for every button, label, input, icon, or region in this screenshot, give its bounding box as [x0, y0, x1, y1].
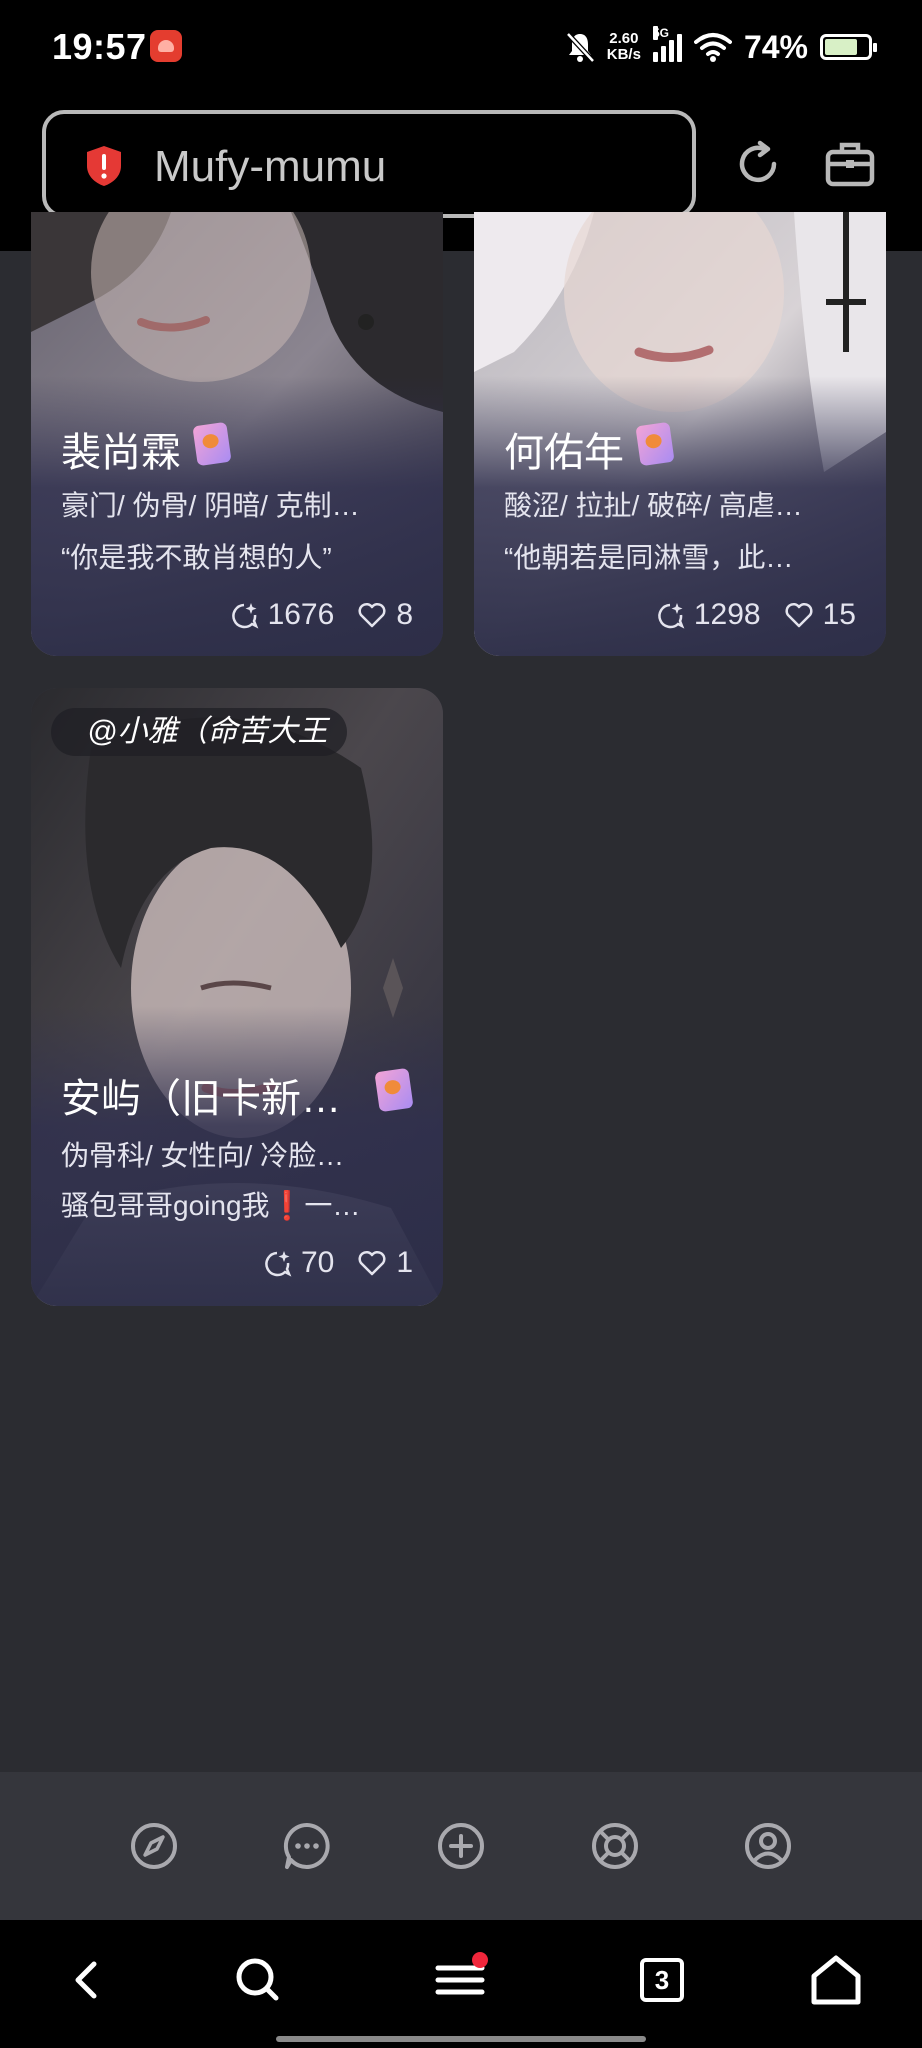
chat-sparkle-icon: [658, 603, 685, 629]
shield-warning-icon[interactable]: [84, 144, 124, 188]
home-icon[interactable]: [806, 1950, 866, 2010]
battery-percent: 74%: [743, 28, 808, 65]
toolbox-icon[interactable]: [822, 136, 878, 192]
character-tags: 酸涩/ 拉扯/ 破碎/ 高虐…: [504, 490, 803, 521]
address-bar[interactable]: Mufy-mumu: [42, 110, 696, 218]
chat-sparkle-icon: [265, 1251, 292, 1277]
heart-icon[interactable]: [356, 1247, 388, 1279]
compass-icon[interactable]: [126, 1818, 182, 1874]
chat-count: 70: [300, 1246, 335, 1279]
back-icon[interactable]: [56, 1950, 116, 2010]
like-count: 1: [396, 1246, 413, 1279]
author-tag[interactable]: @小雅（命苦大王: [51, 708, 348, 756]
character-name: 裴尚霖: [61, 431, 181, 475]
network-speed: 2.60 KB/s: [606, 30, 641, 63]
refresh-icon[interactable]: [730, 136, 786, 192]
menu-button[interactable]: [430, 1950, 490, 2010]
sticker-icon: [192, 421, 232, 467]
profile-icon[interactable]: [740, 1818, 796, 1874]
tab-count: 3: [640, 1958, 684, 2002]
tabs-button[interactable]: 3: [632, 1950, 692, 2010]
mute-bell-icon: [565, 32, 595, 63]
character-card[interactable]: 裴尚霖 豪门/ 伪骨/ 阴暗/ 克制… “你是我不敢肖想的人” 1676 8: [31, 212, 443, 656]
chat-sparkle-icon: [231, 603, 258, 629]
character-quote: “你是我不敢肖想的人”: [61, 542, 332, 573]
heart-icon[interactable]: [783, 599, 815, 631]
character-name: 何佑年: [504, 431, 624, 475]
card-stats: 1298 15: [654, 598, 856, 632]
character-tags: 豪门/ 伪骨/ 阴暗/ 克制…: [61, 490, 360, 521]
chat-icon[interactable]: [279, 1818, 335, 1874]
status-bar: 19:57 2.60 KB/s 5G 74%: [0, 0, 922, 96]
search-icon[interactable]: [228, 1950, 288, 2010]
card-stats: 1676 8: [228, 598, 413, 632]
card-stats: 70 1: [261, 1246, 413, 1280]
url-text[interactable]: Mufy-mumu: [154, 142, 386, 192]
sticker-icon: [635, 421, 675, 467]
lifebuoy-icon[interactable]: [587, 1818, 643, 1874]
like-count: 8: [396, 598, 413, 631]
status-indicators: 2.60 KB/s 5G 74%: [565, 22, 877, 72]
character-tags: 伪骨科/ 女性向/ 冷脸…: [61, 1140, 345, 1171]
chat-count: 1676: [267, 598, 335, 631]
home-indicator[interactable]: [276, 2036, 646, 2042]
heart-icon[interactable]: [356, 599, 388, 631]
system-nav-bar: 3: [0, 1920, 922, 2048]
notification-dot: [472, 1952, 488, 1968]
character-quote: “他朝若是同淋雪，此…: [504, 542, 794, 573]
battery-icon: [820, 34, 877, 60]
cell-signal-icon: 5G: [652, 26, 682, 62]
app-bottom-nav: [0, 1772, 922, 1920]
character-name: 安屿（旧卡新…: [61, 1077, 341, 1121]
character-card[interactable]: @小雅（命苦大王 安屿（旧卡新… 伪骨科/ 女性向/ 冷脸… 骚包哥哥going…: [31, 688, 443, 1306]
status-time: 19:57: [52, 26, 147, 67]
wifi-icon: [693, 33, 732, 62]
character-quote: 骚包哥哥going我❗一…: [61, 1190, 361, 1221]
character-card[interactable]: 何佑年 酸涩/ 拉扯/ 破碎/ 高虐… “他朝若是同淋雪，此… 1298 15: [474, 212, 886, 656]
chat-count: 1298: [693, 598, 761, 631]
sticker-icon: [374, 1067, 414, 1113]
app-notification-icon: [150, 30, 182, 62]
create-icon[interactable]: [433, 1818, 489, 1874]
like-count: 15: [822, 598, 856, 631]
